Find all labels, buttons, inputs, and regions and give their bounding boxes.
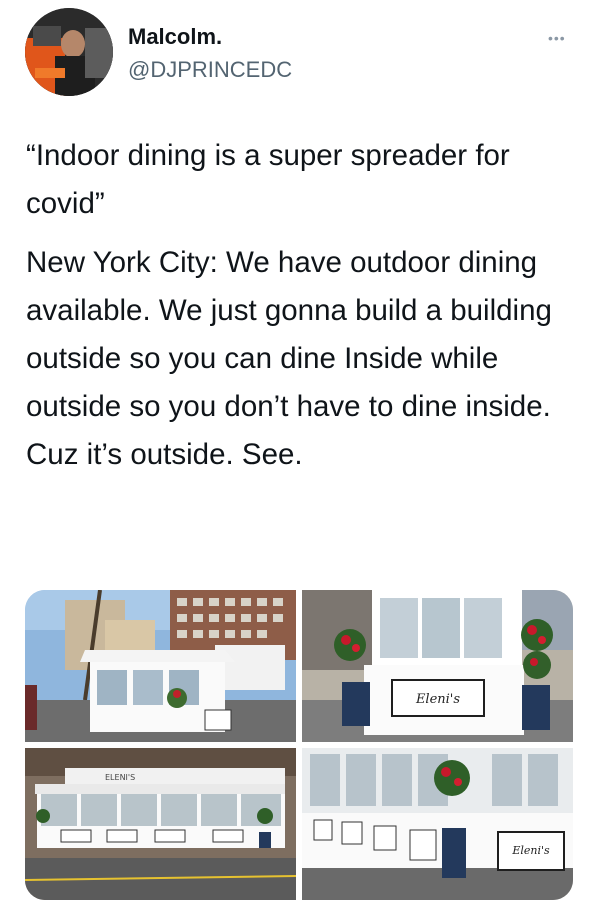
media-gallery: Eleni's ELENI'S Eleni's [25, 590, 573, 900]
avatar-image [25, 8, 113, 96]
photo-enclosure-corner[interactable]: Eleni's [302, 748, 573, 900]
photo-eleni-sign[interactable]: Eleni's [302, 590, 573, 742]
awning-text: ELENI'S [105, 773, 135, 782]
avatar[interactable] [25, 8, 113, 96]
photo-long-enclosure[interactable]: ELENI'S [25, 748, 296, 900]
tweet-paragraph-quote: “Indoor dining is a super spreader for c… [26, 139, 510, 220]
more-dots-icon[interactable]: ••• [548, 30, 566, 46]
user-handle[interactable]: @DJPRINCEDC [128, 57, 292, 83]
display-name[interactable]: Malcolm. [128, 24, 222, 50]
tweet-text: “Indoor dining is a super spreader for c… [26, 132, 586, 490]
sign-text: Eleni's [415, 692, 460, 707]
sign-text-2: Eleni's [511, 844, 550, 857]
tweet-paragraph-body: New York City: We have outdoor dining av… [26, 246, 552, 471]
photo-street-enclosure[interactable] [25, 590, 296, 742]
